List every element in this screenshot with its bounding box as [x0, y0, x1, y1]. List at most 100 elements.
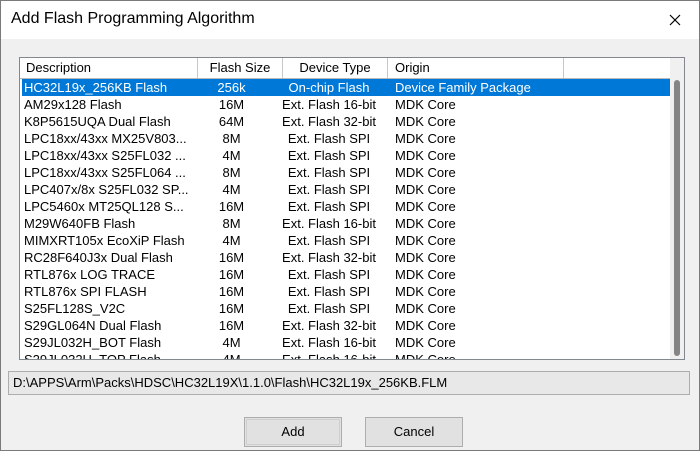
cell-origin: MDK Core	[395, 352, 456, 360]
table-row[interactable]: RC28F640J3x Dual Flash 16M Ext. Flash 32-b…	[22, 249, 670, 266]
cell-origin: MDK Core	[395, 97, 456, 112]
cell-description: LPC407x/8x S25FL032 SP...	[24, 182, 189, 197]
cell-description: S29JL032H_TOP Flash	[24, 352, 161, 360]
column-header-description[interactable]: Description	[20, 58, 198, 78]
cell-description: LPC18xx/43xx S25FL032 ...	[24, 148, 186, 163]
table-row[interactable]: LPC407x/8x S25FL032 SP... 4M Ext. Flash SP…	[22, 181, 670, 198]
cell-device-type: Ext. Flash SPI	[287, 148, 371, 163]
cell-origin: MDK Core	[395, 114, 456, 129]
cell-description: HC32L19x_256KB Flash	[24, 80, 168, 95]
cell-origin: MDK Core	[395, 318, 456, 333]
cell-flash-size: 4M	[222, 233, 241, 248]
cell-origin: Device Family Package	[395, 80, 531, 95]
column-header-flash-size[interactable]: Flash Size	[198, 58, 283, 78]
cell-device-type: Ext. Flash SPI	[287, 233, 371, 248]
cell-flash-size: 16M	[218, 318, 245, 333]
cell-description: LPC18xx/43xx S25FL064 ...	[24, 165, 186, 180]
cell-device-type: Ext. Flash 32-bit	[282, 318, 376, 333]
cell-flash-size: 256k	[217, 80, 246, 95]
cell-device-type: Ext. Flash SPI	[287, 267, 371, 282]
cell-flash-size: 16M	[218, 301, 245, 316]
cell-origin: MDK Core	[395, 233, 456, 248]
cell-device-type: Ext. Flash SPI	[287, 131, 371, 146]
cell-origin: MDK Core	[395, 284, 456, 299]
cell-description: LPC18xx/43xx MX25V803...	[24, 131, 187, 146]
cell-description: MIMXRT105x EcoXiP Flash	[24, 233, 185, 248]
cell-flash-size: 16M	[218, 250, 245, 265]
cell-origin: MDK Core	[395, 267, 456, 282]
cell-flash-size: 4M	[222, 335, 241, 350]
cell-description: S29JL032H_BOT Flash	[24, 335, 162, 350]
cell-device-type: Ext. Flash SPI	[287, 182, 371, 197]
table-row[interactable]: S29JL032H_BOT Flash 4M Ext. Flash 16-bit MD…	[22, 334, 670, 351]
table-row[interactable]: S29GL064N Dual Flash 16M Ext. Flash 32-bit…	[22, 317, 670, 334]
table-row[interactable]: HC32L19x_256KB Flash 256k On-chip Flash Dev…	[22, 79, 670, 96]
cell-origin: MDK Core	[395, 148, 456, 163]
cell-description: K8P5615UQA Dual Flash	[24, 114, 171, 129]
cell-device-type: Ext. Flash SPI	[287, 284, 371, 299]
column-header-origin[interactable]: Origin	[388, 58, 564, 78]
cell-flash-size: 64M	[218, 114, 245, 129]
cell-origin: MDK Core	[395, 216, 456, 231]
algorithm-path-field: D:\APPS\Arm\Packs\HDSC\HC32L19X\1.1.0\Fl…	[8, 371, 690, 395]
table-row[interactable]: LPC18xx/43xx MX25V803... 8M Ext. Flash SPI…	[22, 130, 670, 147]
close-icon	[669, 14, 681, 26]
cell-device-type: Ext. Flash SPI	[287, 165, 371, 180]
cell-device-type: Ext. Flash 32-bit	[282, 114, 376, 129]
algorithm-list[interactable]: Description Flash Size Device Type Origi…	[19, 57, 685, 360]
cell-description: RC28F640J3x Dual Flash	[24, 250, 173, 265]
cell-description: M29W640FB Flash	[24, 216, 136, 231]
vertical-scrollbar[interactable]	[670, 58, 684, 359]
column-header-device-type[interactable]: Device Type	[283, 58, 388, 78]
cell-flash-size: 8M	[222, 165, 241, 180]
cell-description: RTL876x SPI FLASH	[24, 284, 147, 299]
table-row[interactable]: LPC18xx/43xx S25FL064 ... 8M Ext. Flash SP…	[22, 164, 670, 181]
close-button[interactable]	[657, 5, 693, 35]
cell-origin: MDK Core	[395, 250, 456, 265]
title-bar: Add Flash Programming Algorithm	[1, 1, 699, 39]
cell-flash-size: 16M	[218, 97, 245, 112]
cell-device-type: On-chip Flash	[288, 80, 370, 95]
table-row[interactable]: RTL876x SPI FLASH 16M Ext. Flash SPI MDK Co…	[22, 283, 670, 300]
cell-device-type: Ext. Flash 16-bit	[282, 352, 376, 360]
window-title: Add Flash Programming Algorithm	[11, 10, 255, 27]
table-row[interactable]: K8P5615UQA Dual Flash 64M Ext. Flash 32-bi…	[22, 113, 670, 130]
cell-origin: MDK Core	[395, 131, 456, 146]
cell-device-type: Ext. Flash SPI	[287, 301, 371, 316]
cell-flash-size: 8M	[222, 216, 241, 231]
cell-flash-size: 4M	[222, 182, 241, 197]
table-row[interactable]: RTL876x LOG TRACE 16M Ext. Flash SPI MDK Co…	[22, 266, 670, 283]
cell-flash-size: 16M	[218, 267, 245, 282]
table-row[interactable]: M29W640FB Flash 8M Ext. Flash 16-bit MDK Co…	[22, 215, 670, 232]
cell-description: RTL876x LOG TRACE	[24, 267, 156, 282]
cell-flash-size: 16M	[218, 199, 245, 214]
cell-flash-size: 4M	[222, 148, 241, 163]
table-row[interactable]: S29JL032H_TOP Flash 4M Ext. Flash 16-bit MD…	[22, 351, 670, 360]
cell-origin: MDK Core	[395, 165, 456, 180]
add-button[interactable]: Add	[244, 417, 342, 447]
cell-flash-size: 4M	[222, 352, 241, 360]
table-row[interactable]: LPC18xx/43xx S25FL032 ... 4M Ext. Flash SP…	[22, 147, 670, 164]
list-rows: HC32L19x_256KB Flash 256k On-chip Flash Dev…	[22, 79, 670, 360]
cell-device-type: Ext. Flash 16-bit	[282, 97, 376, 112]
cell-description: AM29x128 Flash	[24, 97, 122, 112]
table-row[interactable]: LPC5460x MT25QL128 S... 16M Ext. Flash SPI…	[22, 198, 670, 215]
table-row[interactable]: S25FL128S_V2C 16M Ext. Flash SPI MDK Core	[22, 300, 670, 317]
cell-device-type: Ext. Flash 16-bit	[282, 335, 376, 350]
cell-description: LPC5460x MT25QL128 S...	[24, 199, 184, 214]
cell-flash-size: 16M	[218, 284, 245, 299]
table-row[interactable]: AM29x128 Flash 16M Ext. Flash 16-bit MDK Co…	[22, 96, 670, 113]
list-header: Description Flash Size Device Type Origi…	[20, 58, 670, 79]
cell-description: S25FL128S_V2C	[24, 301, 126, 316]
scrollbar-thumb[interactable]	[674, 80, 680, 356]
cell-device-type: Ext. Flash 32-bit	[282, 250, 376, 265]
table-row[interactable]: MIMXRT105x EcoXiP Flash 4M Ext. Flash SPI M…	[22, 232, 670, 249]
cell-origin: MDK Core	[395, 335, 456, 350]
cell-origin: MDK Core	[395, 199, 456, 214]
cell-origin: MDK Core	[395, 182, 456, 197]
cell-origin: MDK Core	[395, 301, 456, 316]
cell-description: S29GL064N Dual Flash	[24, 318, 162, 333]
cell-flash-size: 8M	[222, 131, 241, 146]
cancel-button[interactable]: Cancel	[365, 417, 463, 447]
cell-device-type: Ext. Flash 16-bit	[282, 216, 376, 231]
